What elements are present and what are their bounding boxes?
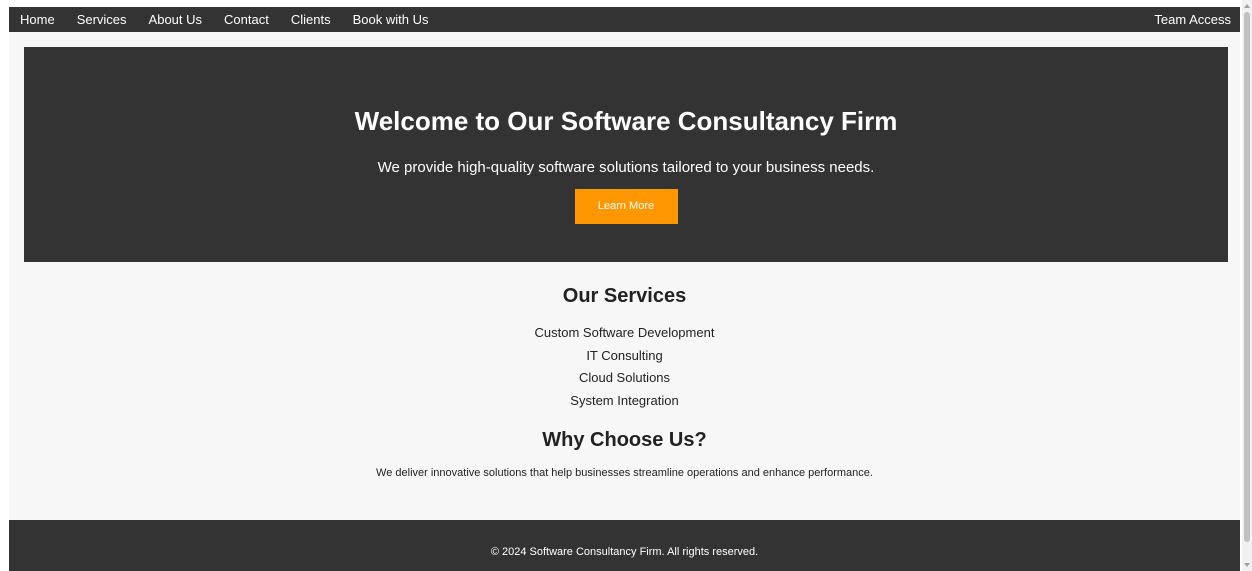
nav-item-contact[interactable]: Contact (213, 7, 280, 32)
services-section: Our Services Custom Software Development… (9, 284, 1240, 412)
footer: © 2024 Software Consultancy Firm. All ri… (9, 520, 1240, 571)
nav-links: Home Services About Us Contact Clients B… (9, 7, 439, 32)
nav-right: Team Access (1143, 7, 1240, 32)
footer-copyright: © 2024 Software Consultancy Firm. All ri… (490, 546, 759, 558)
scroll-down-arrow-icon[interactable] (1244, 563, 1250, 567)
scroll-up-arrow-icon[interactable] (1244, 4, 1250, 8)
why-text: We deliver innovative solutions that hel… (376, 467, 873, 479)
nav-item-team-access[interactable]: Team Access (1143, 12, 1240, 27)
nav-item-services[interactable]: Services (66, 7, 138, 32)
learn-more-button[interactable]: Learn More (574, 189, 678, 224)
nav-item-about-us[interactable]: About Us (138, 7, 213, 32)
list-item: System Integration (570, 392, 679, 408)
why-choose-us-section: Why Choose Us? We deliver innovative sol… (9, 428, 1240, 480)
vertical-scrollbar[interactable] (1242, 0, 1252, 571)
page: Home Services About Us Contact Clients B… (9, 7, 1240, 571)
list-item: IT Consulting (586, 347, 663, 363)
nav-item-clients[interactable]: Clients (280, 7, 342, 32)
list-item: Cloud Solutions (578, 370, 671, 385)
hero-title: Welcome to Our Software Consultancy Firm (354, 106, 898, 136)
services-title: Our Services (562, 285, 687, 307)
why-title: Why Choose Us? (542, 429, 707, 451)
services-list: Custom Software Development IT Consultin… (9, 322, 1240, 412)
nav-item-home[interactable]: Home (9, 7, 66, 32)
hero-banner: Welcome to Our Software Consultancy Firm… (24, 47, 1228, 262)
list-item: Custom Software Development (534, 325, 715, 340)
nav-item-book-with-us[interactable]: Book with Us (342, 7, 440, 32)
scroll-thumb[interactable] (1244, 12, 1250, 542)
hero-subtitle: We provide high-quality software solutio… (377, 159, 875, 176)
top-nav: Home Services About Us Contact Clients B… (9, 7, 1240, 32)
